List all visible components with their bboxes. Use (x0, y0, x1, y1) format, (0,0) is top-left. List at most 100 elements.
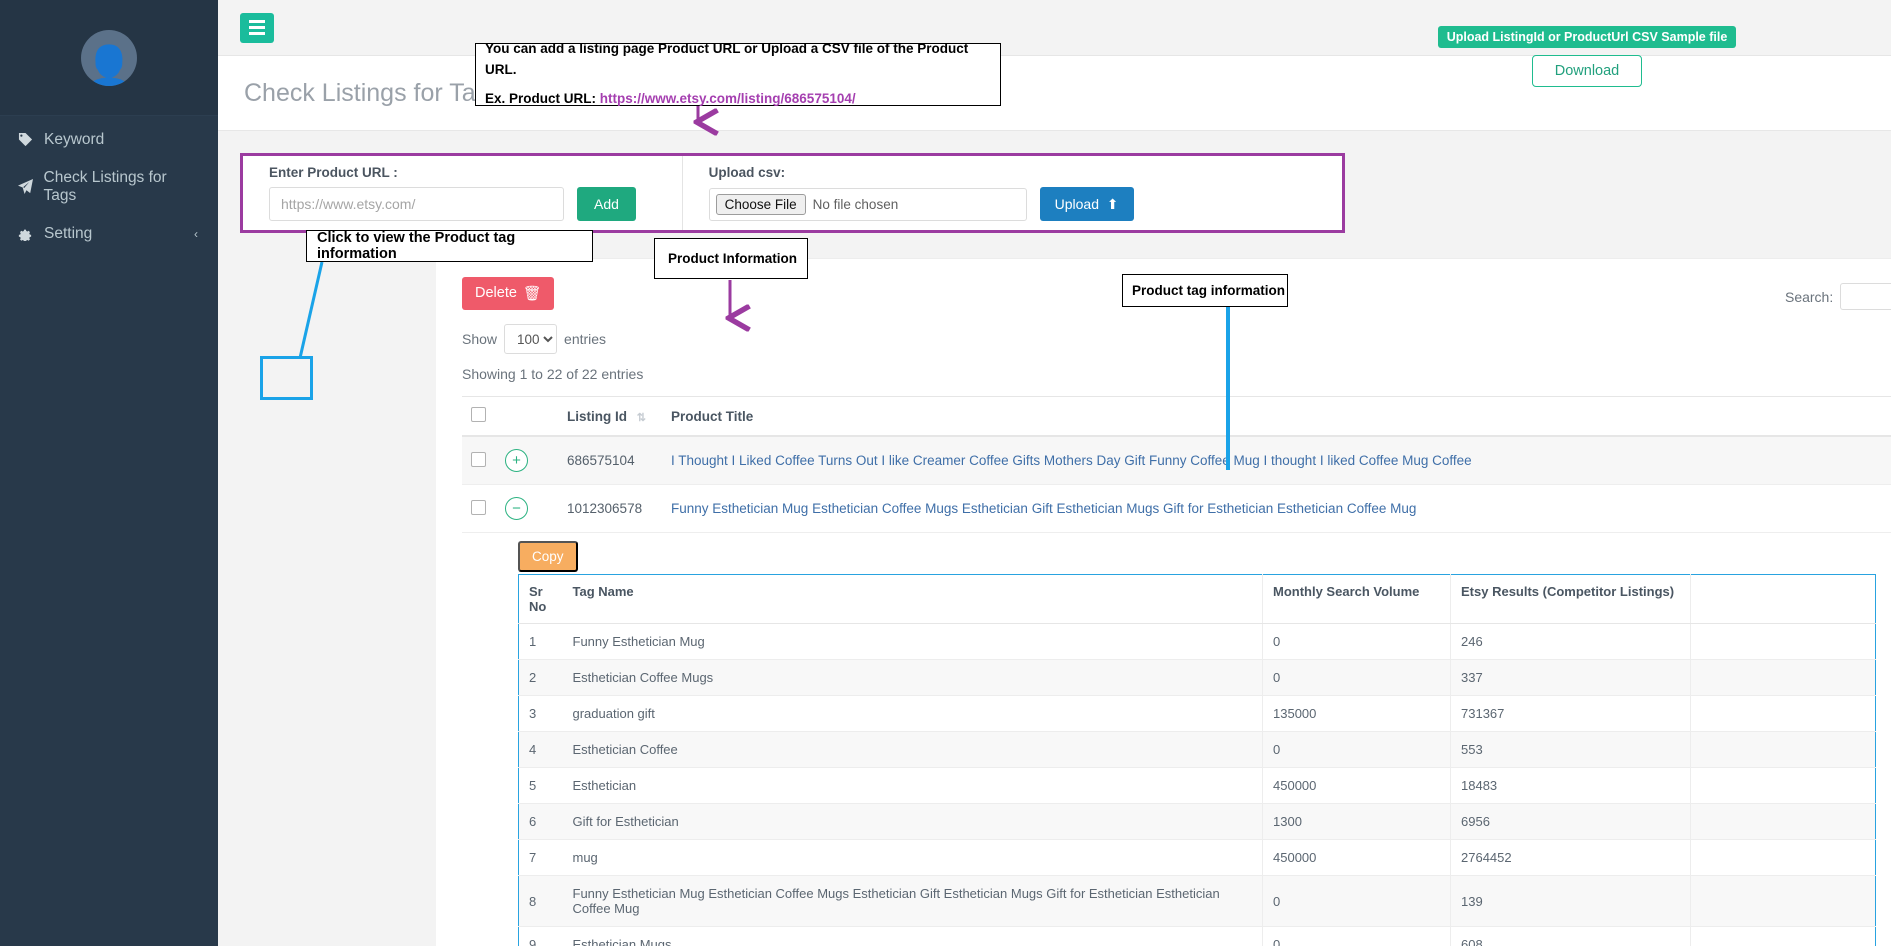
tag-volume: 0 (1262, 659, 1451, 696)
row-product-title-cell: I Thought I Liked Coffee Turns Out I lik… (662, 436, 1891, 485)
tag-pad (1690, 767, 1876, 804)
table-row: 7 mug 450000 2764452 (518, 839, 1876, 876)
page-title: Check Listings for Tags (244, 78, 502, 107)
tag-pad (1690, 839, 1876, 876)
tag-results: 18483 (1450, 767, 1691, 804)
listings-table: Listing Id ⇅ Product Title ⇅ (462, 396, 1891, 533)
file-name-text: No file chosen (812, 196, 899, 212)
sidebar: 👤 Keyword Check Listings for Tags Settin… (0, 0, 218, 946)
minus-circle-icon[interactable]: − (505, 497, 528, 520)
tag-sr: 7 (518, 839, 563, 876)
download-sample-button[interactable]: Download (1531, 55, 1643, 87)
tag-volume: 450000 (1262, 767, 1451, 804)
tag-name: Esthetician Coffee (562, 731, 1263, 768)
tag-volume: 0 (1262, 875, 1451, 927)
copy-button[interactable]: Copy (518, 541, 578, 572)
tooltip-example-url[interactable]: https://www.etsy.com/listing/686575104/ (600, 91, 856, 106)
upload-button-label: Upload (1054, 195, 1099, 212)
datatable-length-controls: Show 100 entries (462, 324, 1891, 354)
product-tag-information-annotation: Product tag information (1122, 274, 1288, 307)
tag-results: 731367 (1450, 695, 1691, 732)
sidebar-item-check-listings[interactable]: Check Listings for Tags (0, 163, 218, 210)
upload-csv-row: Choose File No file chosen Upload ⬆ (708, 187, 1316, 221)
tag-sr: 1 (518, 623, 563, 660)
plus-circle-icon[interactable]: + (505, 449, 528, 472)
sort-icon[interactable]: ⇅ (637, 412, 646, 424)
add-button[interactable]: Add (577, 187, 636, 221)
tag-volume-header: Monthly Search Volume (1262, 574, 1451, 624)
table-row: 3 graduation gift 135000 731367 (518, 695, 1876, 732)
tooltip-example-label: Ex. Product URL: (485, 90, 600, 106)
table-row: 2 Esthetician Coffee Mugs 0 337 (518, 659, 1876, 696)
entries-label: entries (564, 331, 607, 347)
tag-results: 139 (1450, 875, 1691, 927)
table-row: 6 Gift for Esthetician 1300 6956 (518, 803, 1876, 840)
user-avatar-icon: 👤 (81, 29, 137, 86)
tag-pad (1690, 926, 1876, 946)
row-checkbox[interactable] (471, 451, 486, 467)
table-row: 1 Funny Esthetician Mug 0 246 (518, 623, 1876, 660)
gear-icon (18, 227, 40, 241)
app-root: 👤 Keyword Check Listings for Tags Settin… (0, 0, 1891, 946)
product-information-annotation: Product Information (654, 238, 808, 279)
product-title-link[interactable]: Funny Esthetician Mug Esthetician Coffee… (671, 501, 1416, 516)
row-select-cell (462, 436, 496, 485)
product-url-label: Enter Product URL : (269, 165, 398, 180)
tag-sr: 9 (518, 926, 563, 946)
page-length-select[interactable]: 100 (504, 324, 558, 354)
tag-sr: 6 (518, 803, 563, 840)
listing-id-header[interactable]: Listing Id ⇅ (558, 396, 662, 437)
row-checkbox[interactable] (471, 499, 486, 515)
sidebar-item-keyword[interactable]: Keyword (0, 116, 218, 163)
listings-header-row: Listing Id ⇅ Product Title ⇅ (462, 396, 1891, 437)
product-title-header[interactable]: Product Title (662, 396, 1891, 437)
file-input[interactable]: Choose File No file chosen (708, 187, 1027, 221)
product-url-row: Add (269, 187, 656, 221)
listings-table-head: Listing Id ⇅ Product Title ⇅ (462, 396, 1891, 437)
listings-table-body: + 686575104 I Thought I Liked Coffee Tur… (462, 436, 1891, 533)
table-row: 8 Funny Esthetician Mug Esthetician Coff… (518, 875, 1876, 927)
tag-volume: 0 (1262, 623, 1451, 660)
avatar-glyph: 👤 (84, 44, 134, 86)
listings-card-inner: Delete 🗑 Show 100 entries Showing 1 to 2… (436, 259, 1891, 946)
form-panel-wrapper: Enter Product URL : Add Upload csv: Choo… (218, 26, 1891, 233)
show-label: Show (462, 331, 498, 347)
tag-results: 608 (1450, 926, 1691, 946)
search-input[interactable] (1840, 283, 1891, 310)
hamburger-bar (249, 20, 265, 23)
sidebar-item-label: Check Listings for Tags (43, 168, 167, 204)
tag-sr-header: Sr No (518, 574, 563, 624)
sidebar-item-label: Keyword (44, 130, 105, 148)
product-title-link[interactable]: I Thought I Liked Coffee Turns Out I lik… (671, 453, 1472, 468)
choose-file-button[interactable]: Choose File (715, 193, 806, 215)
product-url-input[interactable] (269, 187, 564, 221)
tag-table-body: 1 Funny Esthetician Mug 0 246 2 Esthetic… (518, 623, 1876, 946)
expand-header (496, 396, 558, 437)
select-all-checkbox[interactable] (471, 407, 486, 422)
product-url-section: Enter Product URL : Add (243, 156, 683, 230)
tag-volume: 450000 (1262, 839, 1451, 876)
delete-button[interactable]: Delete 🗑 (462, 277, 555, 310)
tag-results: 2764452 (1450, 839, 1691, 876)
upload-button[interactable]: Upload ⬆ (1039, 187, 1134, 221)
upload-csv-section: Upload csv: Choose File No file chosen U… (683, 156, 1342, 230)
tag-results: 6956 (1450, 803, 1691, 840)
hamburger-icon[interactable] (240, 12, 274, 43)
sample-file-badge: Upload ListingId or ProductUrl CSV Sampl… (1437, 26, 1737, 48)
main-content: Check Listings for Tags Enter Product UR… (218, 0, 1891, 946)
tag-sr: 8 (518, 875, 563, 927)
tag-sr: 2 (518, 659, 563, 696)
tooltip-annotation: You can add a listing page Product URL o… (475, 41, 1001, 106)
tag-pad (1690, 659, 1876, 696)
sidebar-profile: 👤 (0, 0, 218, 116)
sidebar-item-setting[interactable]: Setting ‹ (0, 210, 218, 257)
tag-pad (1690, 695, 1876, 732)
tag-header-row: Sr No Tag Name Monthly Search Volume Ets… (518, 574, 1876, 624)
tooltip-line-2: Ex. Product URL: https://www.etsy.com/li… (485, 89, 856, 110)
tooltip-line-1: You can add a listing page Product URL o… (485, 41, 969, 78)
tag-name: mug (562, 839, 1263, 876)
tag-name: Gift for Esthetician (562, 803, 1263, 840)
tag-results: 553 (1450, 731, 1691, 768)
tag-pad-header (1690, 574, 1876, 624)
chevron-left-icon: ‹ (194, 226, 198, 241)
